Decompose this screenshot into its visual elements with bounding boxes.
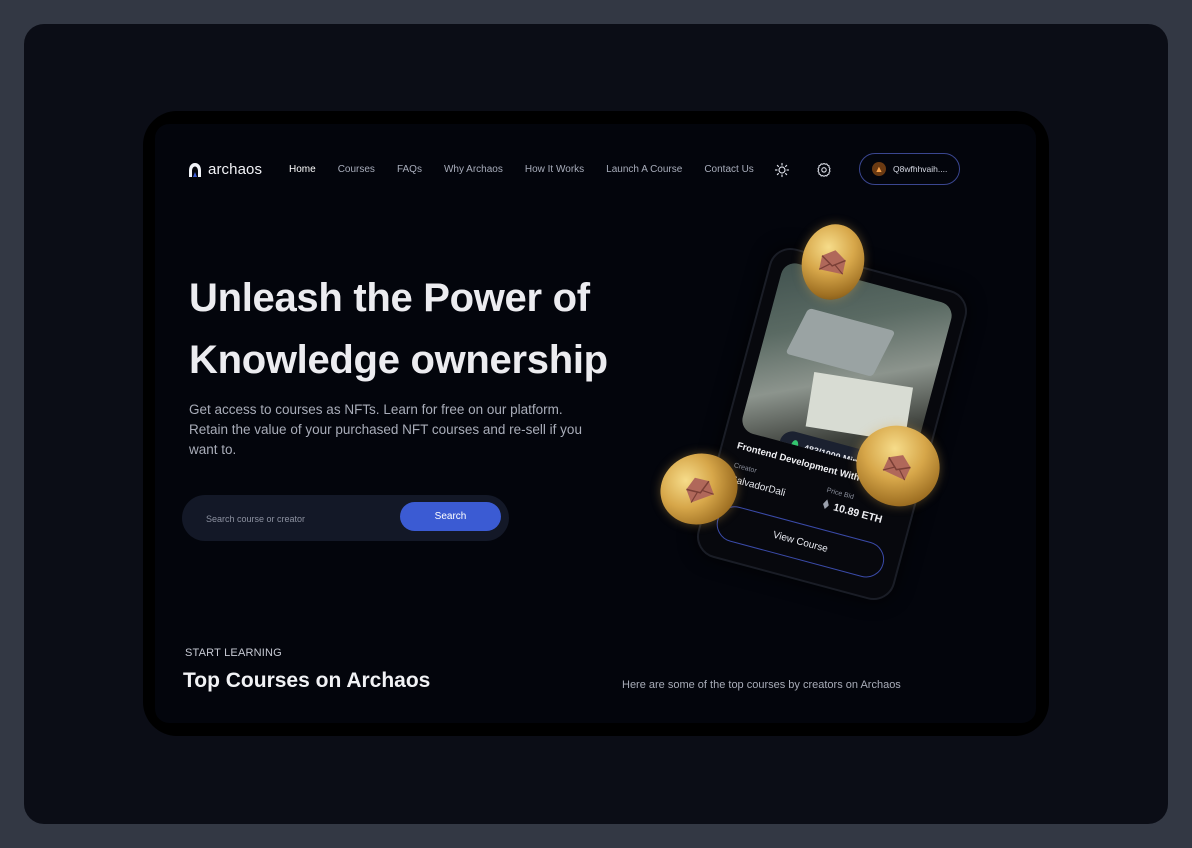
hero-title: Unleash the Power of Knowledge ownership xyxy=(189,267,709,391)
hero-title-line-2: Knowledge ownership xyxy=(189,338,608,382)
search-button[interactable]: Search xyxy=(400,502,501,531)
ethereum-icon xyxy=(822,499,830,510)
creator-label: Creator xyxy=(733,462,758,475)
archaos-logo-icon xyxy=(189,162,201,177)
wallet-address: Q8wfhhvaih.... xyxy=(893,164,948,174)
nav-why-archaos[interactable]: Why Archaos xyxy=(444,164,503,175)
price-value: 10.89 ETH xyxy=(821,499,884,527)
nav-launch-a-course[interactable]: Launch A Course xyxy=(606,164,682,175)
app-screen: archaos Home Courses FAQs Why Archaos Ho… xyxy=(155,124,1036,723)
section-kicker: START LEARNING xyxy=(185,647,282,659)
drop-icon xyxy=(790,439,800,451)
brand-logo[interactable]: archaos xyxy=(188,161,262,178)
search-bar: Search xyxy=(182,495,509,541)
nav-home[interactable]: Home xyxy=(289,164,316,175)
envelope-icon xyxy=(882,455,911,481)
gear-icon[interactable] xyxy=(816,162,832,178)
laptop-illustration xyxy=(785,307,896,377)
search-input[interactable] xyxy=(204,507,398,531)
envelope-icon xyxy=(686,477,714,503)
envelope-icon xyxy=(818,250,846,275)
nav-courses[interactable]: Courses xyxy=(338,164,375,175)
nav-faqs[interactable]: FAQs xyxy=(397,164,422,175)
sun-icon[interactable] xyxy=(774,162,790,178)
nav-how-it-works[interactable]: How It Works xyxy=(525,164,584,175)
brand-name: archaos xyxy=(208,161,263,178)
price-label: Price Bid xyxy=(825,486,855,502)
section-title: Top Courses on Archaos xyxy=(183,669,431,692)
hero-subtitle: Get access to courses as NFTs. Learn for… xyxy=(189,402,582,457)
hero-title-line-1: Unleash the Power of xyxy=(189,276,590,320)
price-amount: 10.89 ETH xyxy=(831,501,884,527)
wallet-button[interactable]: ▲ Q8wfhhvaih.... xyxy=(859,153,960,185)
section-description: Here are some of the top courses by crea… xyxy=(622,679,901,691)
nav-contact-us[interactable]: Contact Us xyxy=(704,164,753,175)
metamask-fox-icon: ▲ xyxy=(872,162,886,176)
nft-card-showcase: 483/1000 Minted Frontend Development Wit… xyxy=(650,218,972,614)
main-nav: Home Courses FAQs Why Archaos How It Wor… xyxy=(289,164,776,175)
